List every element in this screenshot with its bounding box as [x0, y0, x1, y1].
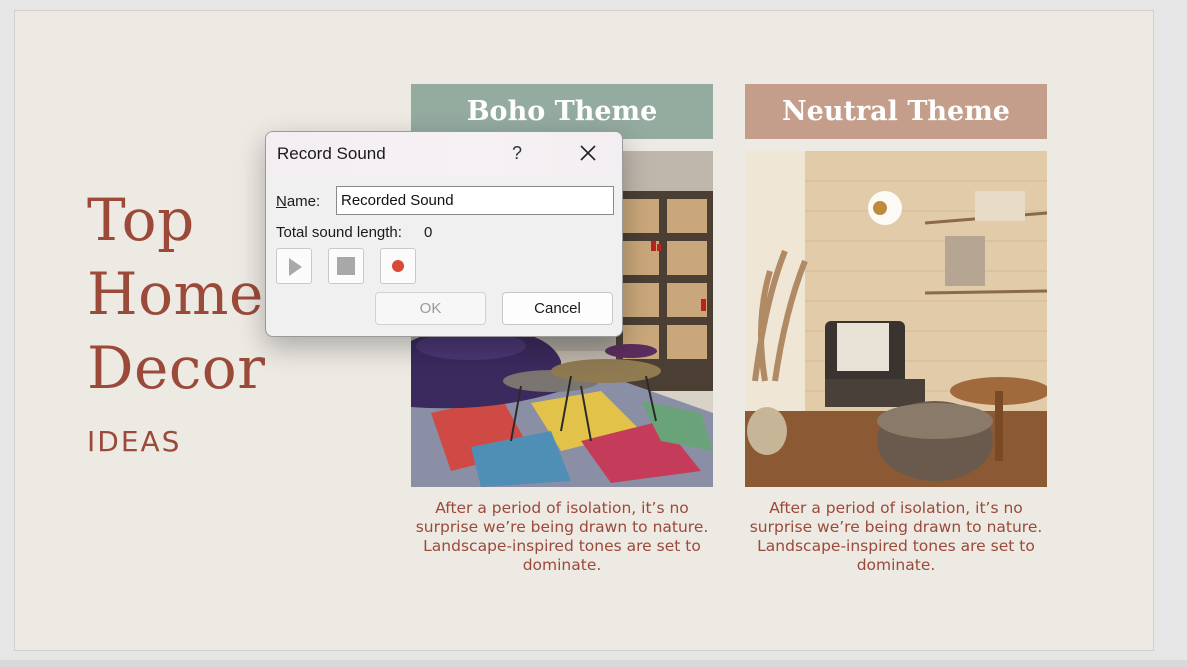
dialog-titlebar[interactable]: Record Sound ? — [266, 132, 622, 176]
theme-column-neutral: Neutral Theme After a period of isolatio… — [745, 84, 1047, 575]
play-icon — [289, 258, 302, 276]
dialog-title: Record Sound — [277, 144, 386, 163]
cancel-button[interactable]: Cancel — [502, 292, 613, 325]
title-line-1: Top — [87, 186, 195, 254]
sound-length-value: 0 — [424, 224, 433, 241]
theme-caption-neutral: After a period of isolation, it’s no sur… — [749, 499, 1043, 574]
stop-button[interactable] — [328, 248, 364, 284]
play-button[interactable] — [276, 248, 312, 284]
slide-title: Top Home Decor — [87, 183, 265, 405]
record-button[interactable] — [380, 248, 416, 284]
name-label: Name: — [276, 193, 320, 210]
record-icon — [392, 260, 404, 272]
help-button[interactable]: ? — [502, 141, 532, 167]
theme-caption-boho: After a period of isolation, it’s no sur… — [415, 499, 709, 574]
status-strip — [0, 660, 1187, 667]
name-label-text: ame: — [286, 193, 321, 210]
title-line-3: Decor — [87, 334, 266, 402]
record-sound-dialog: Record Sound ? Name: Total sound length:… — [265, 131, 623, 337]
name-input[interactable] — [336, 186, 614, 215]
theme-header-neutral: Neutral Theme — [745, 84, 1047, 139]
stop-icon — [337, 257, 355, 275]
ok-button[interactable]: OK — [375, 292, 486, 325]
neutral-room-photo — [745, 151, 1047, 487]
sound-length-label: Total sound length: — [276, 224, 402, 241]
close-icon — [580, 145, 596, 161]
title-line-2: Home — [87, 260, 264, 328]
name-label-mnemonic: N — [276, 193, 287, 210]
slide-subtitle: IDEAS — [87, 425, 182, 458]
close-button[interactable] — [571, 140, 605, 168]
